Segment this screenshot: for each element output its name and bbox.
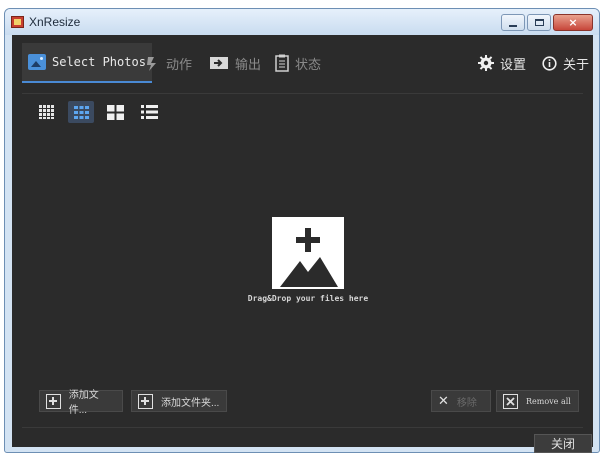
title-bar[interactable]: XnResize ×	[5, 9, 599, 35]
settings-label: 设置	[500, 56, 527, 72]
minimize-button[interactable]	[501, 14, 525, 31]
view-list-button[interactable]	[136, 101, 162, 123]
drop-hint-text: Drag&Drop your files here	[247, 294, 369, 303]
add-folder-label: 添加文件夹...	[161, 397, 220, 409]
status-icon	[275, 54, 289, 72]
medium-grid-icon	[73, 105, 89, 119]
tab-label: 输出	[235, 56, 262, 72]
window-controls: ×	[501, 14, 593, 31]
add-folder-button[interactable]: 添加文件夹...	[131, 390, 227, 412]
add-file-icon	[46, 393, 61, 409]
tab-status[interactable]: 状态	[275, 43, 321, 83]
about-button[interactable]: 关于	[542, 43, 589, 83]
main-toolbar: Select Photos 动作 输出 状态 设置 关于	[12, 35, 593, 93]
tab-select-photos[interactable]: Select Photos	[22, 43, 152, 83]
remove-label: 移除	[456, 397, 477, 409]
view-mode-bar	[34, 101, 162, 123]
maximize-button[interactable]	[527, 14, 551, 31]
close-icon: ×	[568, 16, 578, 29]
remove-all-label: Remove all	[526, 396, 571, 406]
add-files-label: 添加文件...	[68, 390, 99, 416]
app-window: XnResize × Select Photos 动作 输出 状态 设置 关于 …	[4, 8, 600, 453]
gear-icon	[478, 55, 494, 71]
tab-label: 动作	[166, 56, 193, 72]
add-files-button[interactable]: 添加文件...	[39, 390, 123, 416]
add-photos-drop-target[interactable]	[272, 217, 344, 289]
remove-button[interactable]: ✕ 移除	[431, 390, 491, 412]
tab-label: 状态	[295, 56, 322, 72]
settings-button[interactable]: 设置	[478, 43, 526, 83]
maximize-icon	[534, 19, 544, 26]
list-icon	[140, 105, 158, 119]
app-client-area: Select Photos 动作 输出 状态 设置 关于 Drag&Drop y…	[12, 35, 593, 453]
tab-output[interactable]: 输出	[209, 43, 261, 83]
add-folder-icon	[138, 393, 153, 409]
add-image-icon	[280, 228, 338, 287]
toolbar-divider	[22, 93, 583, 94]
remove-all-button[interactable]: Remove all	[496, 390, 579, 412]
minimize-icon	[509, 24, 517, 27]
remove-all-icon	[503, 393, 518, 409]
action-icon	[147, 57, 156, 71]
view-small-grid-button[interactable]	[34, 101, 60, 123]
app-icon	[11, 16, 24, 28]
remove-icon: ✕	[438, 393, 449, 409]
tab-action[interactable]: 动作	[144, 43, 192, 83]
info-icon	[542, 55, 557, 71]
view-large-grid-button[interactable]	[102, 101, 128, 123]
large-grid-icon	[106, 104, 124, 120]
view-medium-grid-button[interactable]	[68, 101, 94, 123]
footer-divider	[22, 427, 583, 428]
about-label: 关于	[563, 56, 590, 72]
photo-icon	[28, 54, 46, 70]
window-title: XnResize	[29, 15, 81, 29]
small-grid-icon	[39, 105, 54, 119]
output-icon	[210, 57, 228, 69]
tab-label: Select Photos	[52, 55, 146, 69]
close-button[interactable]: 关闭	[534, 434, 592, 453]
close-window-button[interactable]: ×	[553, 14, 593, 31]
